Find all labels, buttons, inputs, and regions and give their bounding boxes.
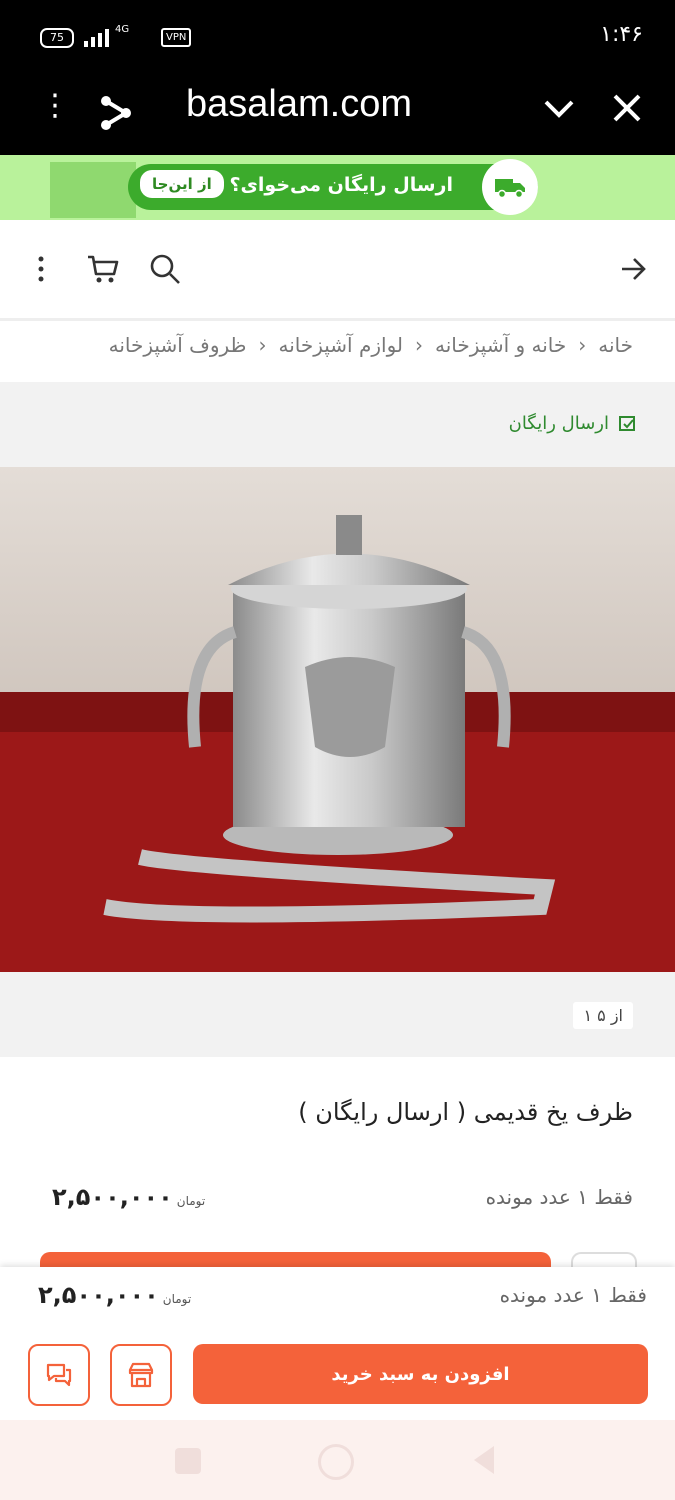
banner-text: ارسال رایگان می‌خوای؟ <box>229 174 453 196</box>
recents-icon[interactable] <box>175 1448 201 1474</box>
breadcrumb-item-kitchenware[interactable]: ظروف آشپزخانه <box>109 333 247 357</box>
free-shipping-banner[interactable]: از این‌جا ارسال رایگان می‌خوای؟ <box>0 155 675 220</box>
price-value: ۲,۵۰۰,۰۰۰ <box>52 1183 173 1211</box>
breadcrumb-chevron-icon: › <box>258 333 267 357</box>
truck-icon <box>482 159 538 215</box>
sticky-currency-label: تومان <box>162 1292 192 1306</box>
currency-label: تومان <box>176 1194 206 1208</box>
url-text[interactable]: basalam.com <box>186 83 412 126</box>
battery-level: 75 <box>50 31 64 44</box>
sticky-purchase-bar: فقط ۱ عدد مونده ۲,۵۰۰,۰۰۰ تومان افزودن ب… <box>0 1267 675 1420</box>
site-header <box>0 220 675 321</box>
system-navigation-bar <box>0 1420 675 1500</box>
breadcrumb-item-home[interactable]: خانه <box>598 333 633 357</box>
sticky-price-value: ۲,۵۰۰,۰۰۰ <box>38 1281 159 1309</box>
browser-url-bar: ⋮ basalam.com <box>0 75 675 155</box>
chat-icon <box>46 1363 72 1387</box>
breadcrumb: خانه › خانه و آشپزخانه › لوازم آشپزخانه … <box>0 321 675 381</box>
sticky-price: ۲,۵۰۰,۰۰۰ تومان <box>38 1281 191 1309</box>
product-image[interactable] <box>0 467 675 972</box>
store-button[interactable] <box>110 1344 172 1406</box>
chevron-down-icon[interactable] <box>542 91 576 129</box>
more-menu-icon[interactable]: ⋮ <box>40 91 70 121</box>
chat-button[interactable] <box>28 1344 90 1406</box>
status-bar: 75 4G VPN ۱:۴۶ <box>0 0 675 75</box>
store-icon <box>128 1362 154 1388</box>
banner-decoration <box>50 162 136 218</box>
breadcrumb-item-home-kitchen[interactable]: خانه و آشپزخانه <box>435 333 566 357</box>
shipping-box-icon <box>619 416 635 431</box>
home-icon[interactable] <box>318 1444 354 1480</box>
back-arrow-icon[interactable] <box>618 254 648 288</box>
battery-icon: 75 <box>40 28 74 48</box>
breadcrumb-chevron-icon: › <box>415 333 423 357</box>
stock-status: فقط ۱ عدد مونده <box>485 1185 633 1209</box>
network-type: 4G <box>115 24 130 35</box>
vpn-badge: VPN <box>161 28 192 47</box>
back-icon[interactable] <box>470 1444 498 1480</box>
image-counter: ۱ از ۵ <box>573 1002 633 1029</box>
sticky-stock-status: فقط ۱ عدد مونده <box>499 1283 647 1307</box>
free-shipping-label: ارسال رایگان <box>509 412 639 434</box>
close-icon[interactable] <box>610 91 644 129</box>
product-gallery: ارسال رایگان ۱ از ۵ <box>0 382 675 1057</box>
share-icon[interactable] <box>96 93 136 137</box>
product-title: ظرف یخ قدیمی ( ارسال رایگان ) <box>298 1098 633 1126</box>
search-icon[interactable] <box>148 252 182 290</box>
banner-cta-button[interactable]: از این‌جا <box>140 170 224 198</box>
add-to-cart-button[interactable]: افزودن به سبد خرید <box>193 1344 648 1404</box>
signal-icon <box>84 27 109 47</box>
cart-icon[interactable] <box>86 252 120 290</box>
breadcrumb-item-kitchen-supplies[interactable]: لوازم آشپزخانه <box>278 333 403 357</box>
more-options-icon[interactable] <box>30 254 52 288</box>
free-shipping-text: ارسال رایگان <box>508 412 609 434</box>
clock: ۱:۴۶ <box>600 22 643 47</box>
product-price: ۲,۵۰۰,۰۰۰ تومان <box>52 1183 205 1211</box>
breadcrumb-chevron-icon: › <box>578 333 587 357</box>
